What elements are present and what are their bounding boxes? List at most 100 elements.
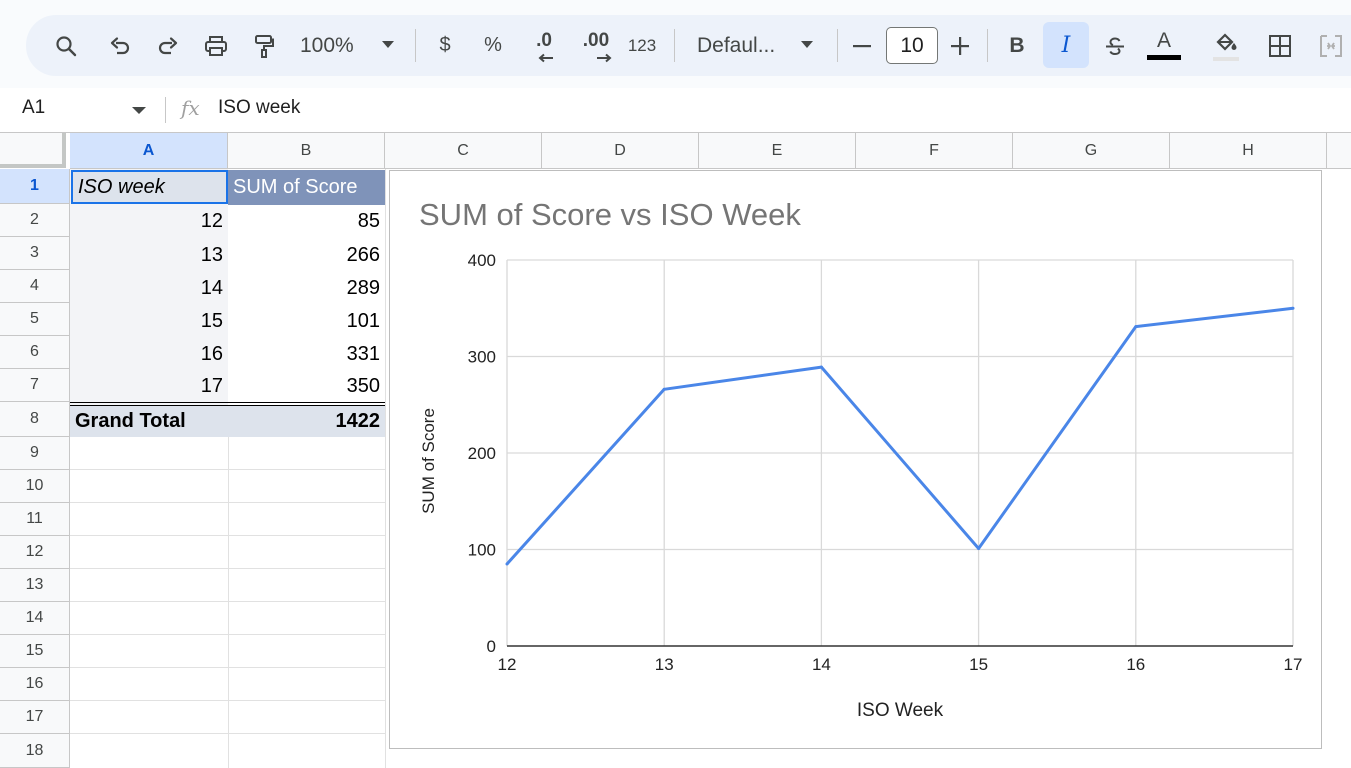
increase-decimal-button[interactable]: .00	[576, 15, 616, 76]
total-divider	[70, 402, 385, 403]
pivot-week-cell[interactable]: 17	[70, 370, 228, 403]
pivot-week-cell[interactable]: 12	[70, 205, 228, 238]
row-header-12[interactable]: 12	[0, 536, 70, 569]
x-tick-label: 12	[498, 655, 517, 674]
grid-line	[385, 169, 386, 768]
row-header-10[interactable]: 10	[0, 470, 70, 503]
text-color-label: A	[1156, 28, 1171, 52]
chevron-down-icon	[382, 41, 394, 48]
row-header-11[interactable]: 11	[0, 503, 70, 536]
x-tick-label: 16	[1126, 655, 1145, 674]
row-header-2[interactable]: 2	[0, 204, 70, 237]
formula-bar: A1 fx ISO week	[0, 88, 1351, 133]
row-header-5[interactable]: 5	[0, 303, 70, 336]
row-header-7[interactable]: 7	[0, 369, 70, 402]
strikethrough-icon[interactable]	[1100, 15, 1130, 76]
toolbar: 100% $ % .0 .00 123 Defaul... 10 B I A	[26, 15, 1351, 76]
x-tick-label: 15	[969, 655, 988, 674]
fill-color-icon[interactable]	[1208, 15, 1244, 76]
decrease-font-size-icon[interactable]	[850, 15, 874, 76]
font-size-input[interactable]: 10	[886, 27, 938, 64]
more-formats-label: 123	[627, 35, 657, 55]
pivot-score-cell[interactable]: 331	[228, 338, 385, 371]
row-header-9[interactable]: 9	[0, 437, 70, 470]
undo-icon[interactable]	[102, 15, 138, 76]
toolbar-divider	[987, 29, 988, 62]
print-icon[interactable]	[198, 15, 234, 76]
line-chart[interactable]: SUM of Score vs ISO Week 0 100 200 300 400 1…	[389, 170, 1322, 749]
pivot-week-cell[interactable]: 13	[70, 239, 228, 272]
row-header-16[interactable]: 16	[0, 668, 70, 701]
decrease-decimal-label: .0	[536, 29, 552, 51]
paint-format-icon[interactable]	[246, 15, 282, 76]
redo-icon[interactable]	[150, 15, 186, 76]
pivot-score-cell[interactable]: 289	[228, 272, 385, 305]
percent-format-button[interactable]: %	[478, 15, 508, 76]
row-header-17[interactable]: 17	[0, 701, 70, 734]
currency-label: $	[439, 34, 451, 56]
pivot-score-cell[interactable]: 266	[228, 239, 385, 272]
column-header-h[interactable]: H	[1170, 133, 1327, 169]
select-all-corner[interactable]	[0, 133, 66, 168]
column-header-e[interactable]: E	[699, 133, 856, 169]
x-tick-label: 14	[812, 655, 831, 674]
pivot-header-iso-week[interactable]: ISO week	[71, 170, 228, 204]
decrease-decimal-button[interactable]: .0	[524, 15, 564, 76]
grand-total-value[interactable]: 1422	[228, 406, 385, 437]
pivot-score-cell[interactable]: 350	[228, 370, 385, 403]
percent-label: %	[484, 34, 502, 56]
text-color-button[interactable]: A	[1146, 15, 1182, 76]
toolbar-divider	[674, 29, 675, 62]
column-header-c[interactable]: C	[385, 133, 542, 169]
column-header-g[interactable]: G	[1013, 133, 1170, 169]
y-tick-label: 300	[468, 348, 496, 367]
row-header-4[interactable]: 4	[0, 270, 70, 303]
row-header-18[interactable]: 18	[0, 734, 70, 768]
row-header-1[interactable]: 1	[0, 169, 70, 204]
pivot-header-sum-of-score[interactable]: SUM of Score	[228, 170, 385, 205]
column-header-i[interactable]	[1327, 133, 1351, 169]
pivot-score-cell[interactable]: 85	[228, 205, 385, 238]
formula-divider	[165, 97, 166, 123]
row-header-13[interactable]: 13	[0, 569, 70, 602]
pivot-score-cell[interactable]: 101	[228, 305, 385, 338]
column-header-a[interactable]: A	[70, 133, 228, 169]
search-menus-icon[interactable]	[48, 15, 84, 76]
currency-format-button[interactable]: $	[430, 15, 460, 76]
y-tick-label: 400	[468, 251, 496, 270]
zoom-select[interactable]: 100%	[300, 15, 404, 76]
chart-plot: 0 100 200 300 400 12 13 14 15 16 17 ISO Week SUM …	[419, 251, 1303, 721]
increase-font-size-icon[interactable]	[948, 15, 972, 76]
pivot-week-cell[interactable]: 15	[70, 305, 228, 338]
pivot-week-cell[interactable]: 14	[70, 272, 228, 305]
data-point	[819, 365, 823, 369]
data-point	[1134, 325, 1138, 329]
row-header-3[interactable]: 3	[0, 237, 70, 270]
italic-button[interactable]: I	[1043, 22, 1089, 68]
chevron-down-icon[interactable]	[132, 107, 146, 115]
grand-total-label[interactable]: Grand Total	[70, 406, 228, 437]
data-point	[662, 387, 666, 391]
row-header-8[interactable]: 8	[0, 402, 70, 437]
merge-cells-icon[interactable]	[1316, 15, 1346, 76]
borders-icon[interactable]	[1264, 15, 1296, 76]
pivot-week-cell[interactable]: 16	[70, 338, 228, 371]
italic-label: I	[1061, 32, 1071, 58]
toolbar-area: 100% $ % .0 .00 123 Defaul... 10 B I A	[0, 0, 1351, 88]
column-header-b[interactable]: B	[228, 133, 385, 169]
x-tick-label: 17	[1284, 655, 1303, 674]
x-tick-label: 13	[655, 655, 674, 674]
x-axis-label: ISO Week	[857, 700, 944, 721]
row-header-15[interactable]: 15	[0, 635, 70, 668]
column-header-f[interactable]: F	[856, 133, 1013, 169]
row-header-14[interactable]: 14	[0, 602, 70, 635]
increase-decimal-label: .00	[582, 29, 610, 51]
column-header-d[interactable]: D	[542, 133, 699, 169]
font-select[interactable]: Defaul...	[697, 15, 817, 76]
bold-button[interactable]: B	[1002, 15, 1032, 76]
row-header-6[interactable]: 6	[0, 336, 70, 369]
formula-input[interactable]: ISO week	[218, 97, 300, 119]
text-color-swatch	[1147, 55, 1181, 60]
name-box[interactable]: A1	[22, 97, 45, 119]
more-formats-button[interactable]: 123	[624, 15, 660, 76]
